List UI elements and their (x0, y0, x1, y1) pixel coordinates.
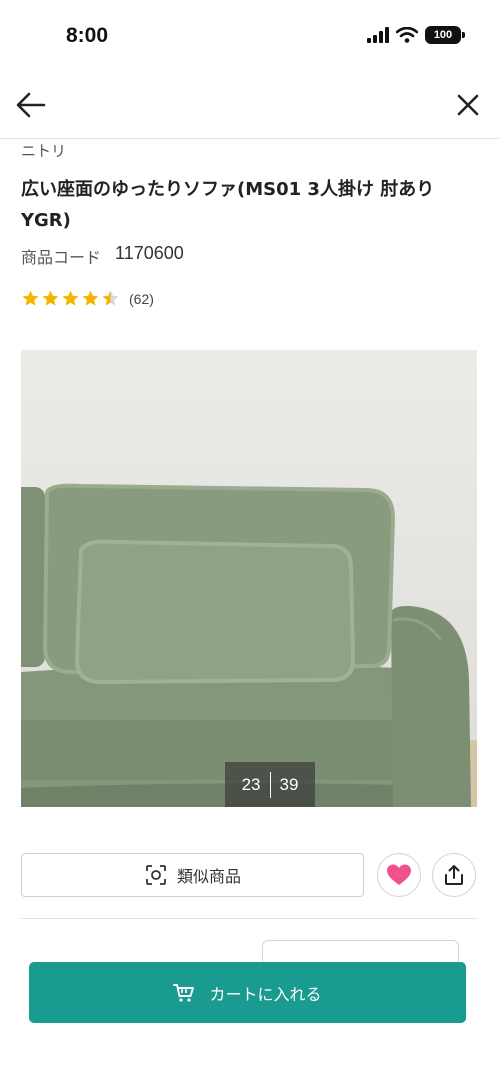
star-icon (62, 290, 79, 306)
signal-icon (367, 27, 389, 43)
add-to-cart-label: カートに入れる (209, 984, 322, 1004)
image-search-icon (146, 865, 166, 885)
star-rating (21, 289, 120, 308)
back-button[interactable] (14, 90, 48, 120)
product-image-gallery[interactable]: 23 39 (21, 350, 477, 807)
image-total: 39 (279, 774, 299, 794)
status-time: 8:00 (66, 24, 109, 47)
star-icon (82, 290, 99, 306)
similar-items-button[interactable]: 類似商品 (21, 853, 364, 897)
star-icon (42, 290, 59, 306)
sofa-product-image (21, 350, 477, 807)
star-icon (22, 290, 39, 306)
product-code-label: 商品コード (21, 248, 102, 267)
half-star-icon (102, 290, 119, 306)
product-code-value: 1170600 (115, 243, 184, 263)
close-button[interactable] (455, 92, 481, 118)
add-to-cart-button[interactable]: カートに入れる (29, 962, 466, 1023)
share-button[interactable] (432, 853, 476, 897)
similar-items-label: 類似商品 (176, 867, 241, 886)
nav-bar (0, 72, 499, 139)
product-code: 商品コード 1170600 (21, 243, 184, 268)
status-icons: 100 (367, 26, 465, 44)
status-bar: 8:00 100 (0, 0, 499, 70)
favorite-button[interactable] (377, 853, 421, 897)
counter-separator (269, 771, 271, 798)
image-index: 23 (241, 774, 261, 794)
image-counter: 23 39 (225, 762, 315, 807)
product-title: 広い座面のゆったりソファ(MS01 3人掛け 肘あり YGR) (21, 179, 435, 231)
rating[interactable]: (62) (21, 289, 154, 308)
brand-name[interactable]: ニトリ (21, 140, 66, 161)
section-divider (21, 918, 477, 919)
close-icon (457, 94, 479, 116)
heart-icon (387, 864, 411, 885)
battery-indicator: 100 (425, 26, 465, 44)
share-icon (445, 865, 463, 885)
arrow-left-icon (16, 92, 46, 118)
review-count[interactable]: (62) (129, 291, 154, 307)
cart-icon (173, 983, 195, 1002)
wifi-icon (396, 27, 418, 43)
battery-level: 100 (433, 29, 453, 41)
